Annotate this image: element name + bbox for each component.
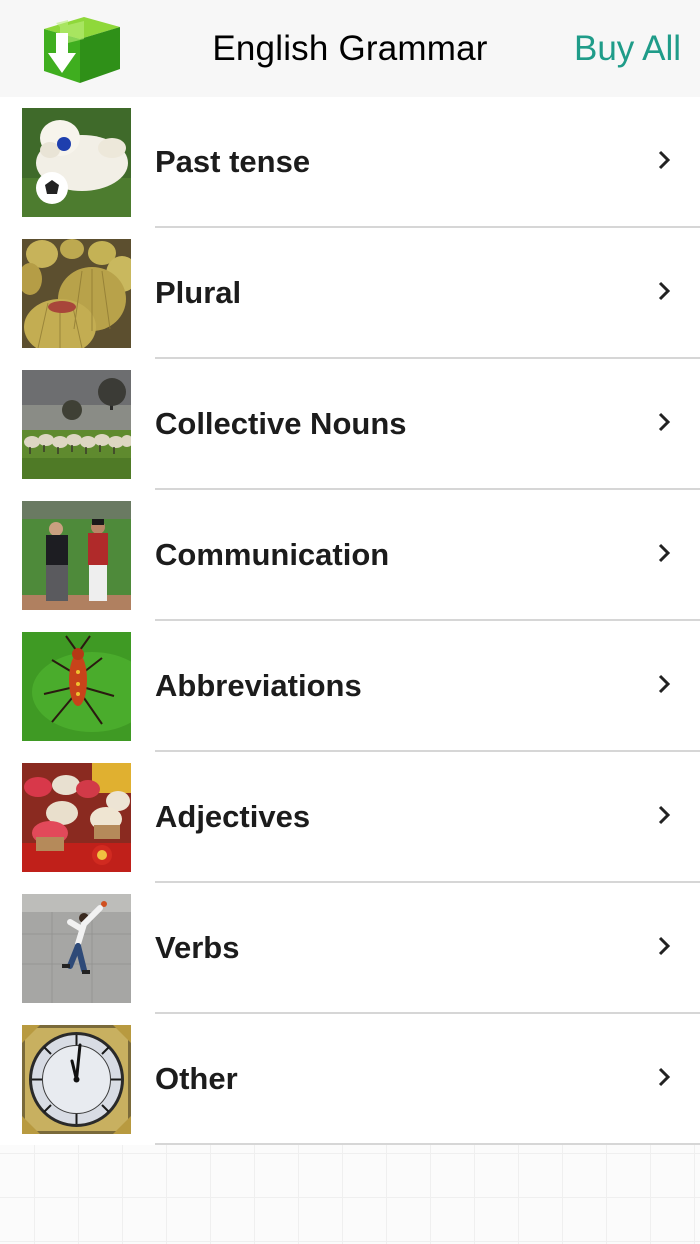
category-list: Past tense Plural Collective Nouns Commu… [0, 97, 700, 1145]
list-item-collective-nouns[interactable]: Collective Nouns [0, 359, 700, 490]
list-item-label: Communication [155, 537, 390, 572]
list-item-communication[interactable]: Communication [0, 490, 700, 621]
chevron-right-icon [658, 936, 671, 956]
chevron-right-icon [658, 1067, 671, 1087]
list-item-other[interactable]: Other [0, 1014, 700, 1145]
cupcakes-photo [22, 763, 131, 872]
insect-on-leaf-photo [22, 632, 131, 741]
list-item-label: Other [155, 1061, 238, 1096]
list-item-label: Adjectives [155, 799, 311, 834]
list-item-plural[interactable]: Plural [0, 228, 700, 359]
list-item-abbreviations[interactable]: Abbreviations [0, 621, 700, 752]
person-jumping-photo [22, 894, 131, 1003]
chevron-right-icon [658, 412, 671, 432]
list-item-verbs[interactable]: Verbs [0, 883, 700, 1014]
clock-face-photo [22, 1025, 131, 1134]
chevron-right-icon [658, 150, 671, 170]
navigation-bar: English Grammar Buy All [0, 0, 700, 97]
chevron-right-icon [658, 281, 671, 301]
list-background [0, 1145, 700, 1244]
list-item-past-tense[interactable]: Past tense [0, 97, 700, 228]
dog-with-ball-photo [22, 108, 131, 217]
list-item-adjectives[interactable]: Adjectives [0, 752, 700, 883]
chevron-right-icon [658, 805, 671, 825]
chevron-right-icon [658, 543, 671, 563]
cacti-photo [22, 239, 131, 348]
list-item-label: Collective Nouns [155, 406, 407, 441]
baseball-umpire-photo [22, 501, 131, 610]
list-item-label: Verbs [155, 930, 240, 965]
list-item-label: Past tense [155, 144, 311, 179]
chevron-right-icon [658, 674, 671, 694]
list-item-label: Plural [155, 275, 242, 310]
list-item-label: Abbreviations [155, 668, 362, 703]
buy-all-button[interactable]: Buy All [574, 29, 681, 69]
sheep-flock-photo [22, 370, 131, 479]
